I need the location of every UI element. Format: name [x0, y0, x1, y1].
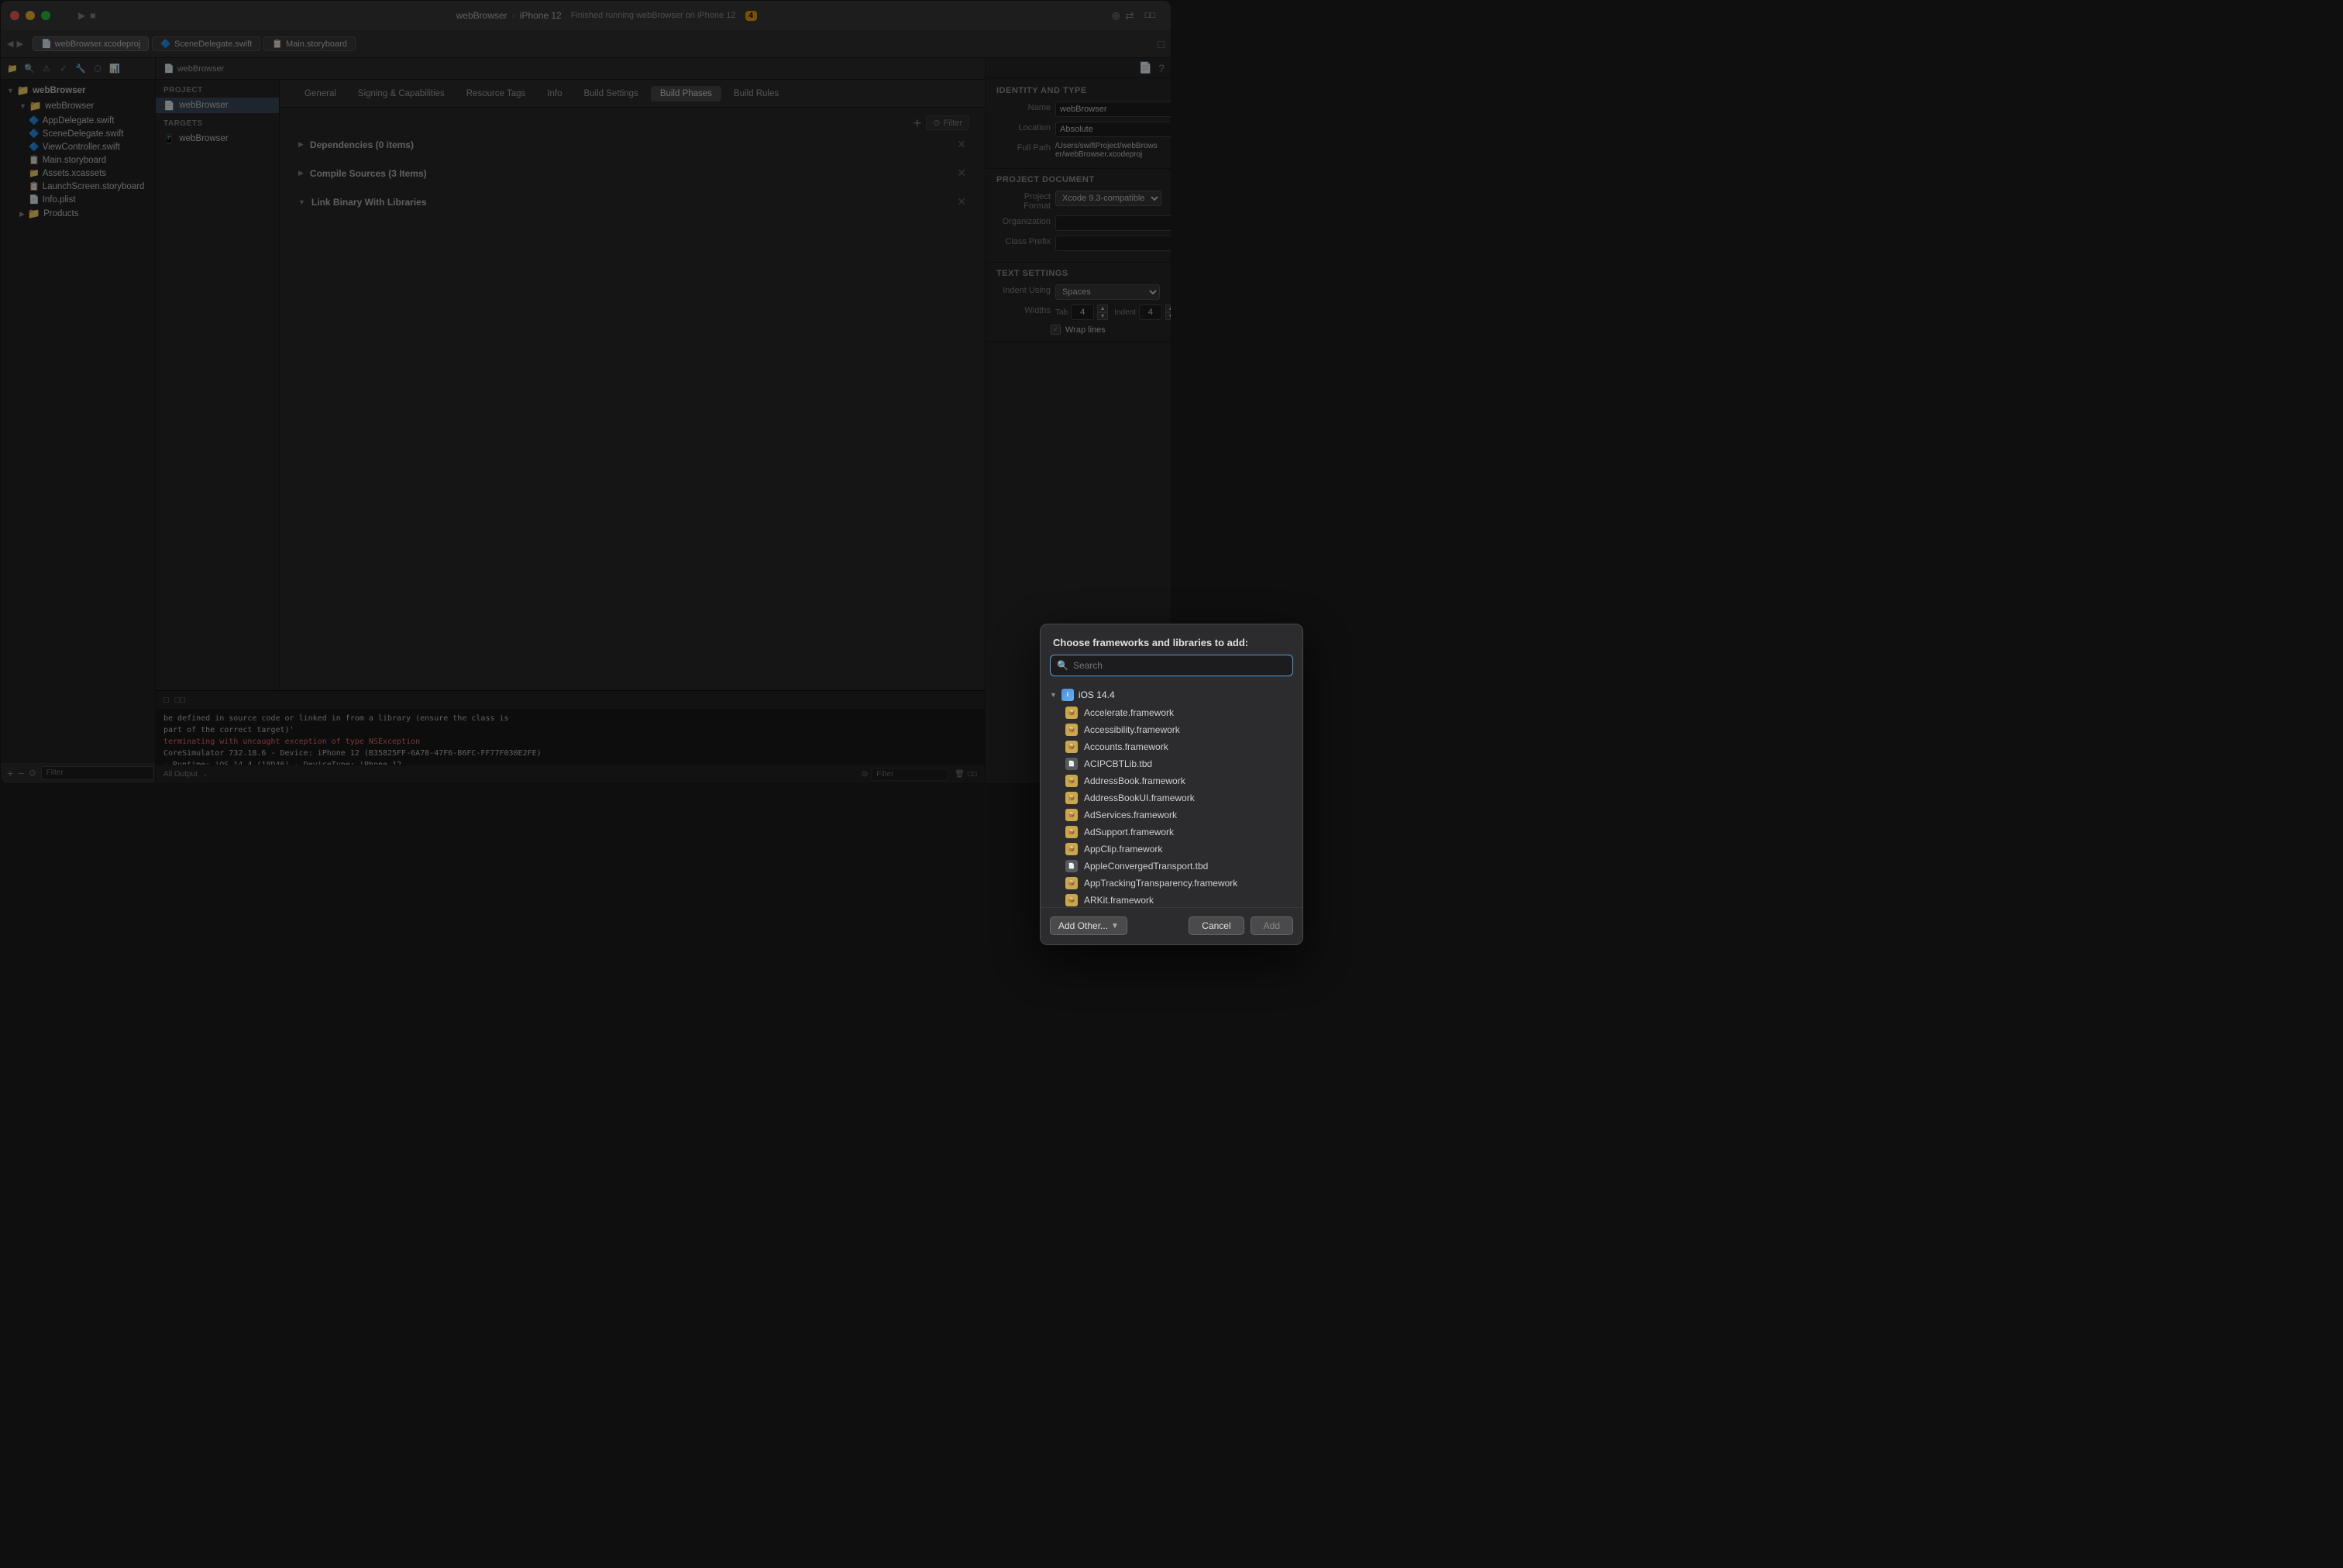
framework-icon-11: 📦	[1065, 894, 1078, 906]
dialog-title: Choose frameworks and libraries to add:	[1041, 624, 1302, 655]
framework-item-6[interactable]: 📦 AdServices.framework	[1041, 806, 1302, 824]
add-button[interactable]: Add	[1251, 916, 1293, 935]
framework-item-7[interactable]: 📦 AdSupport.framework	[1041, 824, 1302, 841]
search-container: 🔍	[1050, 655, 1293, 676]
framework-name-3: ACIPCBTLib.tbd	[1084, 758, 1152, 769]
search-icon: 🔍	[1057, 660, 1068, 671]
framework-list: ▼ i iOS 14.4 📦 Accelerate.framework 📦 Ac…	[1041, 683, 1302, 907]
framework-name-11: ARKit.framework	[1084, 895, 1154, 906]
framework-name-4: AddressBook.framework	[1084, 775, 1185, 786]
framework-name-2: Accounts.framework	[1084, 741, 1168, 752]
tbd-icon-3: 📄	[1065, 758, 1078, 770]
framework-item-4[interactable]: 📦 AddressBook.framework	[1041, 772, 1302, 789]
add-other-button[interactable]: Add Other... ▼	[1050, 916, 1127, 935]
framework-icon-8: 📦	[1065, 843, 1078, 855]
framework-name-9: AppleConvergedTransport.tbd	[1084, 861, 1208, 872]
framework-name-5: AddressBookUI.framework	[1084, 793, 1195, 803]
add-other-label: Add Other...	[1058, 920, 1108, 931]
framework-item-2[interactable]: 📦 Accounts.framework	[1041, 738, 1302, 755]
framework-name-7: AdSupport.framework	[1084, 827, 1174, 837]
dialog-overlay: Choose frameworks and libraries to add: …	[0, 0, 2343, 1568]
ios-group-label: iOS 14.4	[1079, 689, 1115, 700]
framework-icon-6: 📦	[1065, 809, 1078, 821]
framework-icon-4: 📦	[1065, 775, 1078, 787]
ios-icon: i	[1061, 689, 1074, 701]
framework-name-6: AdServices.framework	[1084, 810, 1177, 820]
framework-name-8: AppClip.framework	[1084, 844, 1162, 854]
framework-item-3[interactable]: 📄 ACIPCBTLib.tbd	[1041, 755, 1302, 772]
framework-icon-10: 📦	[1065, 877, 1078, 889]
framework-icon-0: 📦	[1065, 707, 1078, 719]
framework-item-9[interactable]: 📄 AppleConvergedTransport.tbd	[1041, 858, 1302, 875]
cancel-button[interactable]: Cancel	[1189, 916, 1244, 935]
framework-name-1: Accessibility.framework	[1084, 724, 1180, 735]
framework-item-1[interactable]: 📦 Accessibility.framework	[1041, 721, 1302, 738]
ios-group-arrow: ▼	[1050, 691, 1057, 699]
tbd-icon-9: 📄	[1065, 860, 1078, 872]
framework-item-5[interactable]: 📦 AddressBookUI.framework	[1041, 789, 1302, 806]
framework-icon-1: 📦	[1065, 724, 1078, 736]
ios-group-header[interactable]: ▼ i iOS 14.4	[1041, 686, 1302, 704]
framework-item-0[interactable]: 📦 Accelerate.framework	[1041, 704, 1302, 721]
framework-search-input[interactable]	[1073, 660, 1286, 671]
framework-item-11[interactable]: 📦 ARKit.framework	[1041, 892, 1302, 907]
framework-item-10[interactable]: 📦 AppTrackingTransparency.framework	[1041, 875, 1302, 892]
add-other-chevron-icon: ▼	[1111, 922, 1119, 930]
add-framework-dialog: Choose frameworks and libraries to add: …	[1040, 624, 1303, 945]
framework-icon-7: 📦	[1065, 826, 1078, 838]
framework-item-8[interactable]: 📦 AppClip.framework	[1041, 841, 1302, 858]
framework-icon-2: 📦	[1065, 741, 1078, 753]
dialog-footer: Add Other... ▼ Cancel Add	[1041, 907, 1302, 944]
framework-name-0: Accelerate.framework	[1084, 707, 1174, 718]
framework-icon-5: 📦	[1065, 792, 1078, 804]
framework-name-10: AppTrackingTransparency.framework	[1084, 878, 1237, 889]
